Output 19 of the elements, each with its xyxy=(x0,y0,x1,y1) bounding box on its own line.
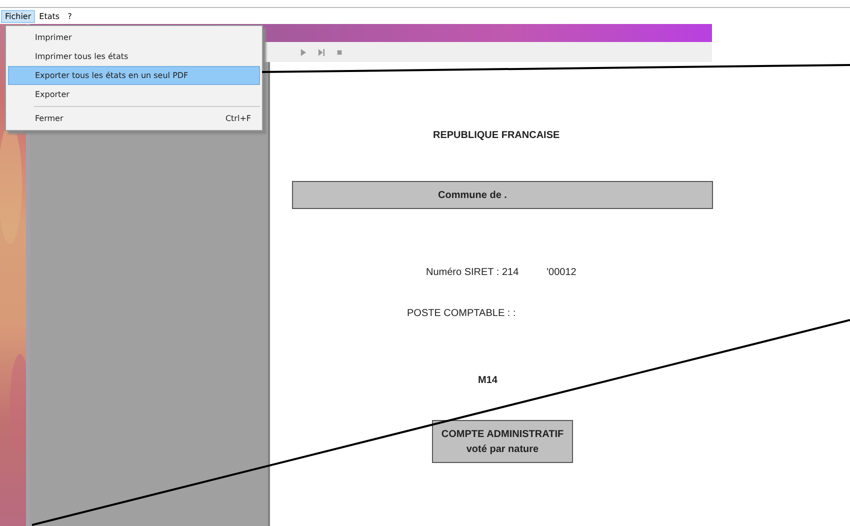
poste-comptable: POSTE COMPTABLE : : xyxy=(407,308,516,319)
menu-item[interactable]: Fermer Ctrl+F xyxy=(8,109,260,128)
siret-label: Numéro SIRET : 214 xyxy=(426,267,519,278)
nomenclature-label: M14 xyxy=(478,375,498,386)
document-heading: REPUBLIQUE FRANCAISE xyxy=(433,130,560,141)
menu-item[interactable]: Exporter xyxy=(8,85,260,104)
document-title: COMPTE ADMINISTRATIF xyxy=(441,428,564,440)
menu-item[interactable]: Imprimer xyxy=(8,28,260,47)
stop-icon[interactable] xyxy=(336,48,343,56)
menu-item[interactable]: Imprimer tous les états xyxy=(8,47,260,66)
document-subtitle: voté par nature xyxy=(466,444,539,454)
menu-title[interactable]: Fichier xyxy=(1,10,36,22)
siret-number: '00012 xyxy=(546,267,576,278)
skip-end-icon[interactable] xyxy=(318,48,325,56)
commune-banner: Commune de . xyxy=(292,181,713,209)
menu-title[interactable]: Etats xyxy=(35,10,64,22)
play-icon[interactable] xyxy=(300,48,307,56)
menu-title[interactable]: ? xyxy=(64,10,76,22)
menu-item[interactable]: Exporter tous les états en un seul PDF xyxy=(8,66,260,85)
